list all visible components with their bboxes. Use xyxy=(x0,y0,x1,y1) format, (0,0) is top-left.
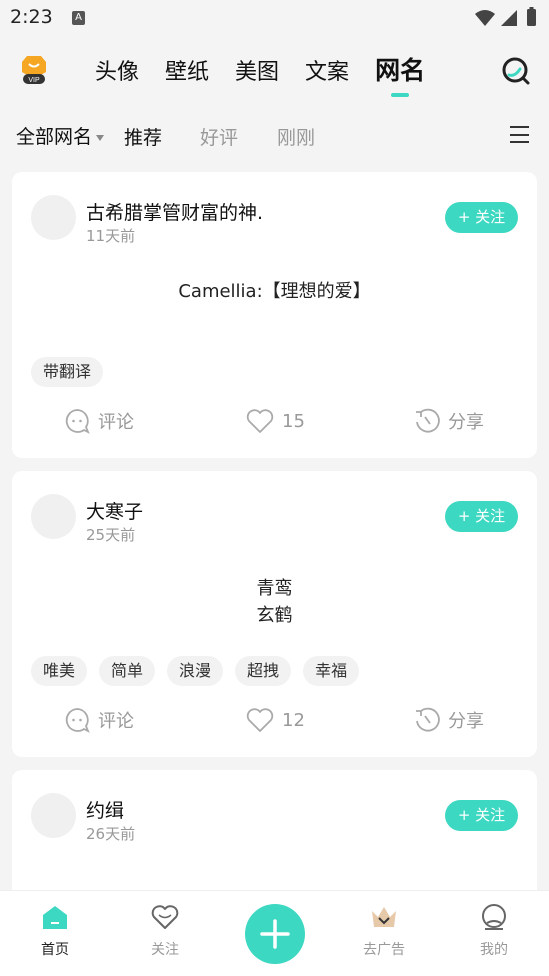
avatar[interactable] xyxy=(31,494,76,539)
tag[interactable]: 唯美 xyxy=(31,656,88,686)
username[interactable]: 约缉 xyxy=(86,796,124,823)
like-button[interactable]: 12 xyxy=(246,707,305,733)
chip-latest[interactable]: 刚刚 xyxy=(277,123,315,150)
heart-icon xyxy=(151,905,179,929)
comment-button[interactable]: 评论 xyxy=(64,707,134,733)
notification-a-icon: A xyxy=(72,11,85,25)
tab-nicknames[interactable]: 网名 xyxy=(375,51,425,97)
tab-avatar[interactable]: 头像 xyxy=(95,54,139,87)
nav-profile-label: 我的 xyxy=(480,942,508,958)
nav-following-label: 关注 xyxy=(151,942,179,958)
caret-down-icon xyxy=(96,134,105,141)
nav-remove-ads[interactable]: 去广告 xyxy=(349,903,419,959)
comment-icon xyxy=(65,708,90,733)
tag[interactable]: 带翻译 xyxy=(31,357,104,387)
chip-recommended[interactable]: 推荐 xyxy=(124,123,162,150)
svg-text:VIP: VIP xyxy=(28,77,40,84)
tab-copywriting[interactable]: 文案 xyxy=(305,54,349,87)
share-icon xyxy=(416,707,440,732)
post-actions: 评论 15 分享 xyxy=(12,408,537,438)
post-time: 11天前 xyxy=(86,227,136,245)
add-button[interactable] xyxy=(245,904,305,964)
post-content[interactable]: 青鸾 玄鹤 xyxy=(12,575,537,629)
tab-wallpaper[interactable]: 壁纸 xyxy=(165,54,209,87)
nav-home[interactable]: 首页 xyxy=(20,903,90,959)
content-line: 青鸾 xyxy=(256,578,293,599)
plus-icon xyxy=(260,919,290,949)
share-label: 分享 xyxy=(448,711,484,732)
tag[interactable]: 幸福 xyxy=(303,656,360,686)
all-nicknames-label: 全部网名 xyxy=(16,126,93,148)
status-time: 2:23 xyxy=(10,6,53,28)
tag[interactable]: 简单 xyxy=(99,656,156,686)
post-time: 25天前 xyxy=(86,526,136,544)
follow-button[interactable]: + 关注 xyxy=(445,800,518,831)
heart-icon xyxy=(246,409,274,433)
vip-icon[interactable]: VIP xyxy=(18,52,50,86)
post-card: 古希腊掌管财富的神. 11天前 + 关注 Camellia:【理想的爱】 带翻译… xyxy=(12,172,537,458)
content-line: Camellia:【理想的爱】 xyxy=(178,281,371,302)
comment-label: 评论 xyxy=(98,412,134,433)
tag[interactable]: 超拽 xyxy=(235,656,292,686)
category-tabs: 头像 壁纸 美图 文案 网名 xyxy=(95,51,451,97)
chip-top-rated[interactable]: 好评 xyxy=(200,123,238,150)
status-bar: 2:23 A xyxy=(0,0,549,36)
tag-list: 带翻译 xyxy=(31,357,115,387)
menu-icon[interactable] xyxy=(510,126,529,143)
crown-icon xyxy=(372,907,396,927)
home-icon xyxy=(43,906,67,929)
post-actions: 评论 12 分享 xyxy=(12,707,537,737)
post-content[interactable]: Camellia:【理想的爱】 xyxy=(12,278,537,305)
all-nicknames-dropdown[interactable]: 全部网名 xyxy=(16,122,105,149)
like-button[interactable]: 15 xyxy=(246,408,305,434)
follow-button[interactable]: + 关注 xyxy=(445,501,518,532)
comment-button[interactable]: 评论 xyxy=(64,408,134,434)
heart-icon xyxy=(246,708,274,732)
nav-profile[interactable]: 我的 xyxy=(459,903,529,959)
tag-list: 唯美 简单 浪漫 超拽 幸福 xyxy=(31,656,371,686)
top-nav: VIP 头像 壁纸 美图 文案 网名 xyxy=(0,40,549,102)
share-button[interactable]: 分享 xyxy=(414,707,484,733)
username[interactable]: 大寒子 xyxy=(86,497,143,524)
share-icon xyxy=(416,408,440,433)
search-icon[interactable] xyxy=(501,56,531,86)
avatar[interactable] xyxy=(31,793,76,838)
system-status-icons xyxy=(475,7,536,26)
post-card: 大寒子 25天前 + 关注 青鸾 玄鹤 唯美 简单 浪漫 超拽 幸福 评论 12… xyxy=(12,471,537,757)
bottom-nav: 首页 关注 去广告 我的 xyxy=(0,890,549,976)
content-line: 玄鹤 xyxy=(256,605,293,626)
like-count: 15 xyxy=(282,410,305,432)
like-count: 12 xyxy=(282,709,305,731)
nav-remove-ads-label: 去广告 xyxy=(363,942,405,958)
profile-icon xyxy=(482,904,506,930)
nav-following[interactable]: 关注 xyxy=(130,903,200,959)
post-time: 26天前 xyxy=(86,825,136,843)
username[interactable]: 古希腊掌管财富的神. xyxy=(86,198,263,225)
follow-button[interactable]: + 关注 xyxy=(445,202,518,233)
tab-pictures[interactable]: 美图 xyxy=(235,54,279,87)
tag[interactable]: 浪漫 xyxy=(167,656,224,686)
avatar[interactable] xyxy=(31,195,76,240)
nav-home-label: 首页 xyxy=(41,942,69,958)
share-button[interactable]: 分享 xyxy=(414,408,484,434)
comment-label: 评论 xyxy=(98,711,134,732)
filter-bar: 全部网名 推荐 好评 刚刚 xyxy=(0,116,549,154)
post-card: 约缉 26天前 + 关注 xyxy=(12,770,537,910)
share-label: 分享 xyxy=(448,412,484,433)
comment-icon xyxy=(65,409,90,434)
